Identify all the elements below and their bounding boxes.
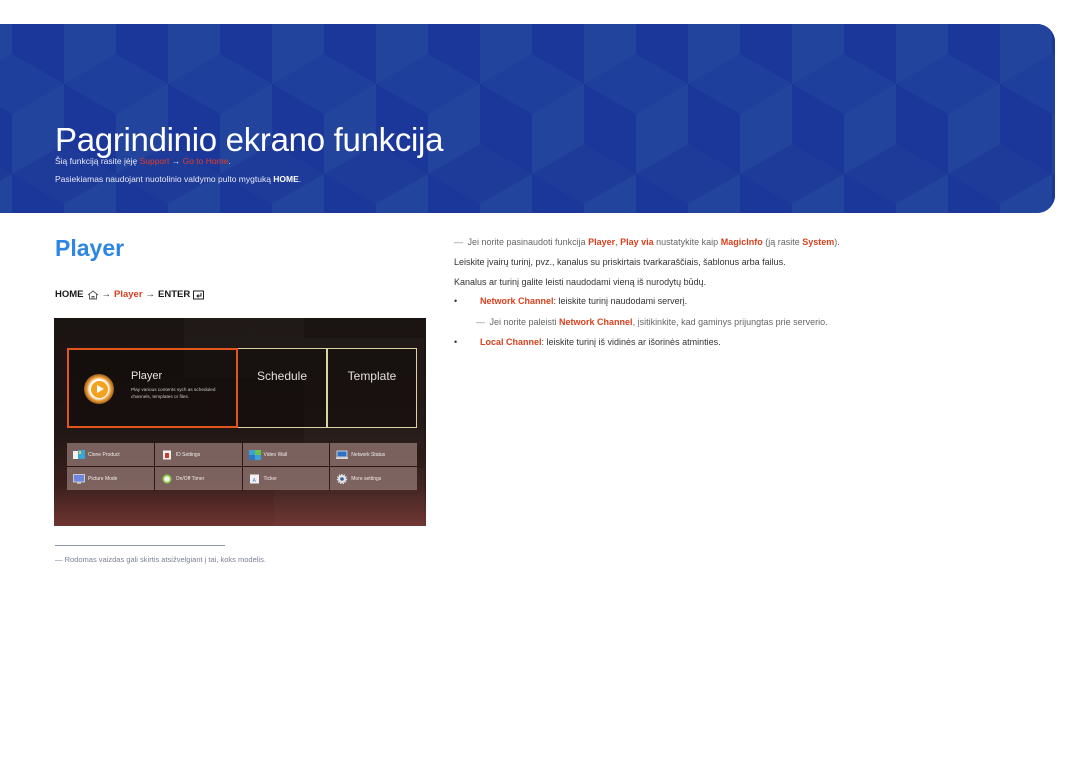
menu-item-on-off-timer[interactable]: On/Off Timer (154, 467, 242, 490)
footnote-divider (55, 545, 225, 546)
footnote: ― Rodomas vaizdas gali skirtis atsižvelg… (55, 555, 266, 564)
menu-item-ticker[interactable]: A Ticker (242, 467, 330, 490)
description-paragraph: Leiskite įvairų turinį, pvz., kanalus su… (454, 257, 786, 267)
support-link[interactable]: Support (140, 156, 170, 166)
menu-item-more-settings[interactable]: More settings (330, 467, 417, 490)
magicinfo-keyword: MagicInfo (720, 237, 763, 247)
magicinfo-note: ― Jei norite pasinaudoti funkcija Player… (454, 237, 840, 247)
header-banner: Pagrindinio ekrano funkcija Šią funkciją… (0, 24, 1055, 213)
location-instruction: Šią funkciją rasite įėję Support → Go to… (55, 156, 231, 166)
id-settings-icon (162, 450, 171, 459)
player-tile-title: Player (131, 370, 163, 382)
remote-instruction: Pasiekiamas naudojant nuotolinio valdymo… (55, 174, 302, 184)
network-status-icon (336, 450, 349, 459)
navigation-path: HOME → Player → ENTER (55, 289, 205, 300)
gear-icon (337, 473, 348, 484)
path-arrow: → (101, 289, 112, 300)
page-title: Pagrindinio ekrano funkcija (55, 121, 444, 158)
player-keyword: Player (588, 237, 616, 247)
template-tile[interactable]: Template (327, 348, 417, 428)
home-key: HOME (55, 289, 84, 300)
settings-menu-grid: Clone Product ID Settings Video Wall Net… (67, 443, 417, 490)
player-path-item: Player (114, 289, 143, 300)
player-tile[interactable]: Player Play various contents sych as sch… (67, 348, 238, 428)
bullet-network-channel: • Network Channel: leiskite turinį naudod… (454, 296, 688, 306)
clone-product-icon (73, 449, 85, 459)
video-wall-icon (248, 449, 261, 460)
home-screen-illustration: Player Play various contents sych as sch… (54, 318, 426, 526)
player-tile-description: Play various contents sych as scheduled … (131, 387, 216, 399)
network-channel-note: ― Jei norite paleisti Network Channel, į… (476, 317, 828, 327)
modes-intro-paragraph: Kanalus ar turinį galite leisti naudodam… (454, 277, 707, 287)
home-icon (87, 289, 98, 299)
play-icon (84, 374, 114, 404)
menu-item-picture-mode[interactable]: Picture Mode (67, 467, 154, 490)
bullet-local-channel: • Local Channel: leiskite turinį iš vidin… (454, 337, 721, 347)
path-arrow: → (145, 289, 156, 300)
enter-key: ENTER (158, 289, 191, 300)
network-channel-keyword: Network Channel (559, 317, 633, 327)
enter-icon (193, 290, 205, 299)
menu-item-video-wall[interactable]: Video Wall (242, 443, 330, 466)
on-off-timer-icon (162, 474, 172, 483)
home-key-label: HOME (273, 174, 299, 184)
template-tile-label: Template (347, 369, 397, 383)
ticker-icon: A (249, 474, 259, 484)
network-channel-keyword: Network Channel (480, 296, 554, 306)
menu-item-network-status[interactable]: Network Status (330, 443, 417, 466)
schedule-tile-label: Schedule (256, 369, 308, 383)
go-to-home-link[interactable]: Go to Home (183, 156, 229, 166)
menu-item-clone-product[interactable]: Clone Product (67, 443, 154, 466)
menu-item-id-settings[interactable]: ID Settings (154, 443, 242, 466)
svg-text:A: A (252, 478, 256, 484)
cube-pattern-background (0, 24, 1055, 213)
local-channel-keyword: Local Channel (480, 337, 542, 347)
picture-mode-icon (73, 473, 85, 484)
system-keyword: System (802, 237, 835, 247)
section-title: Player (55, 235, 125, 261)
play-via-keyword: Play via (620, 237, 654, 247)
schedule-tile[interactable]: Schedule (238, 348, 327, 428)
